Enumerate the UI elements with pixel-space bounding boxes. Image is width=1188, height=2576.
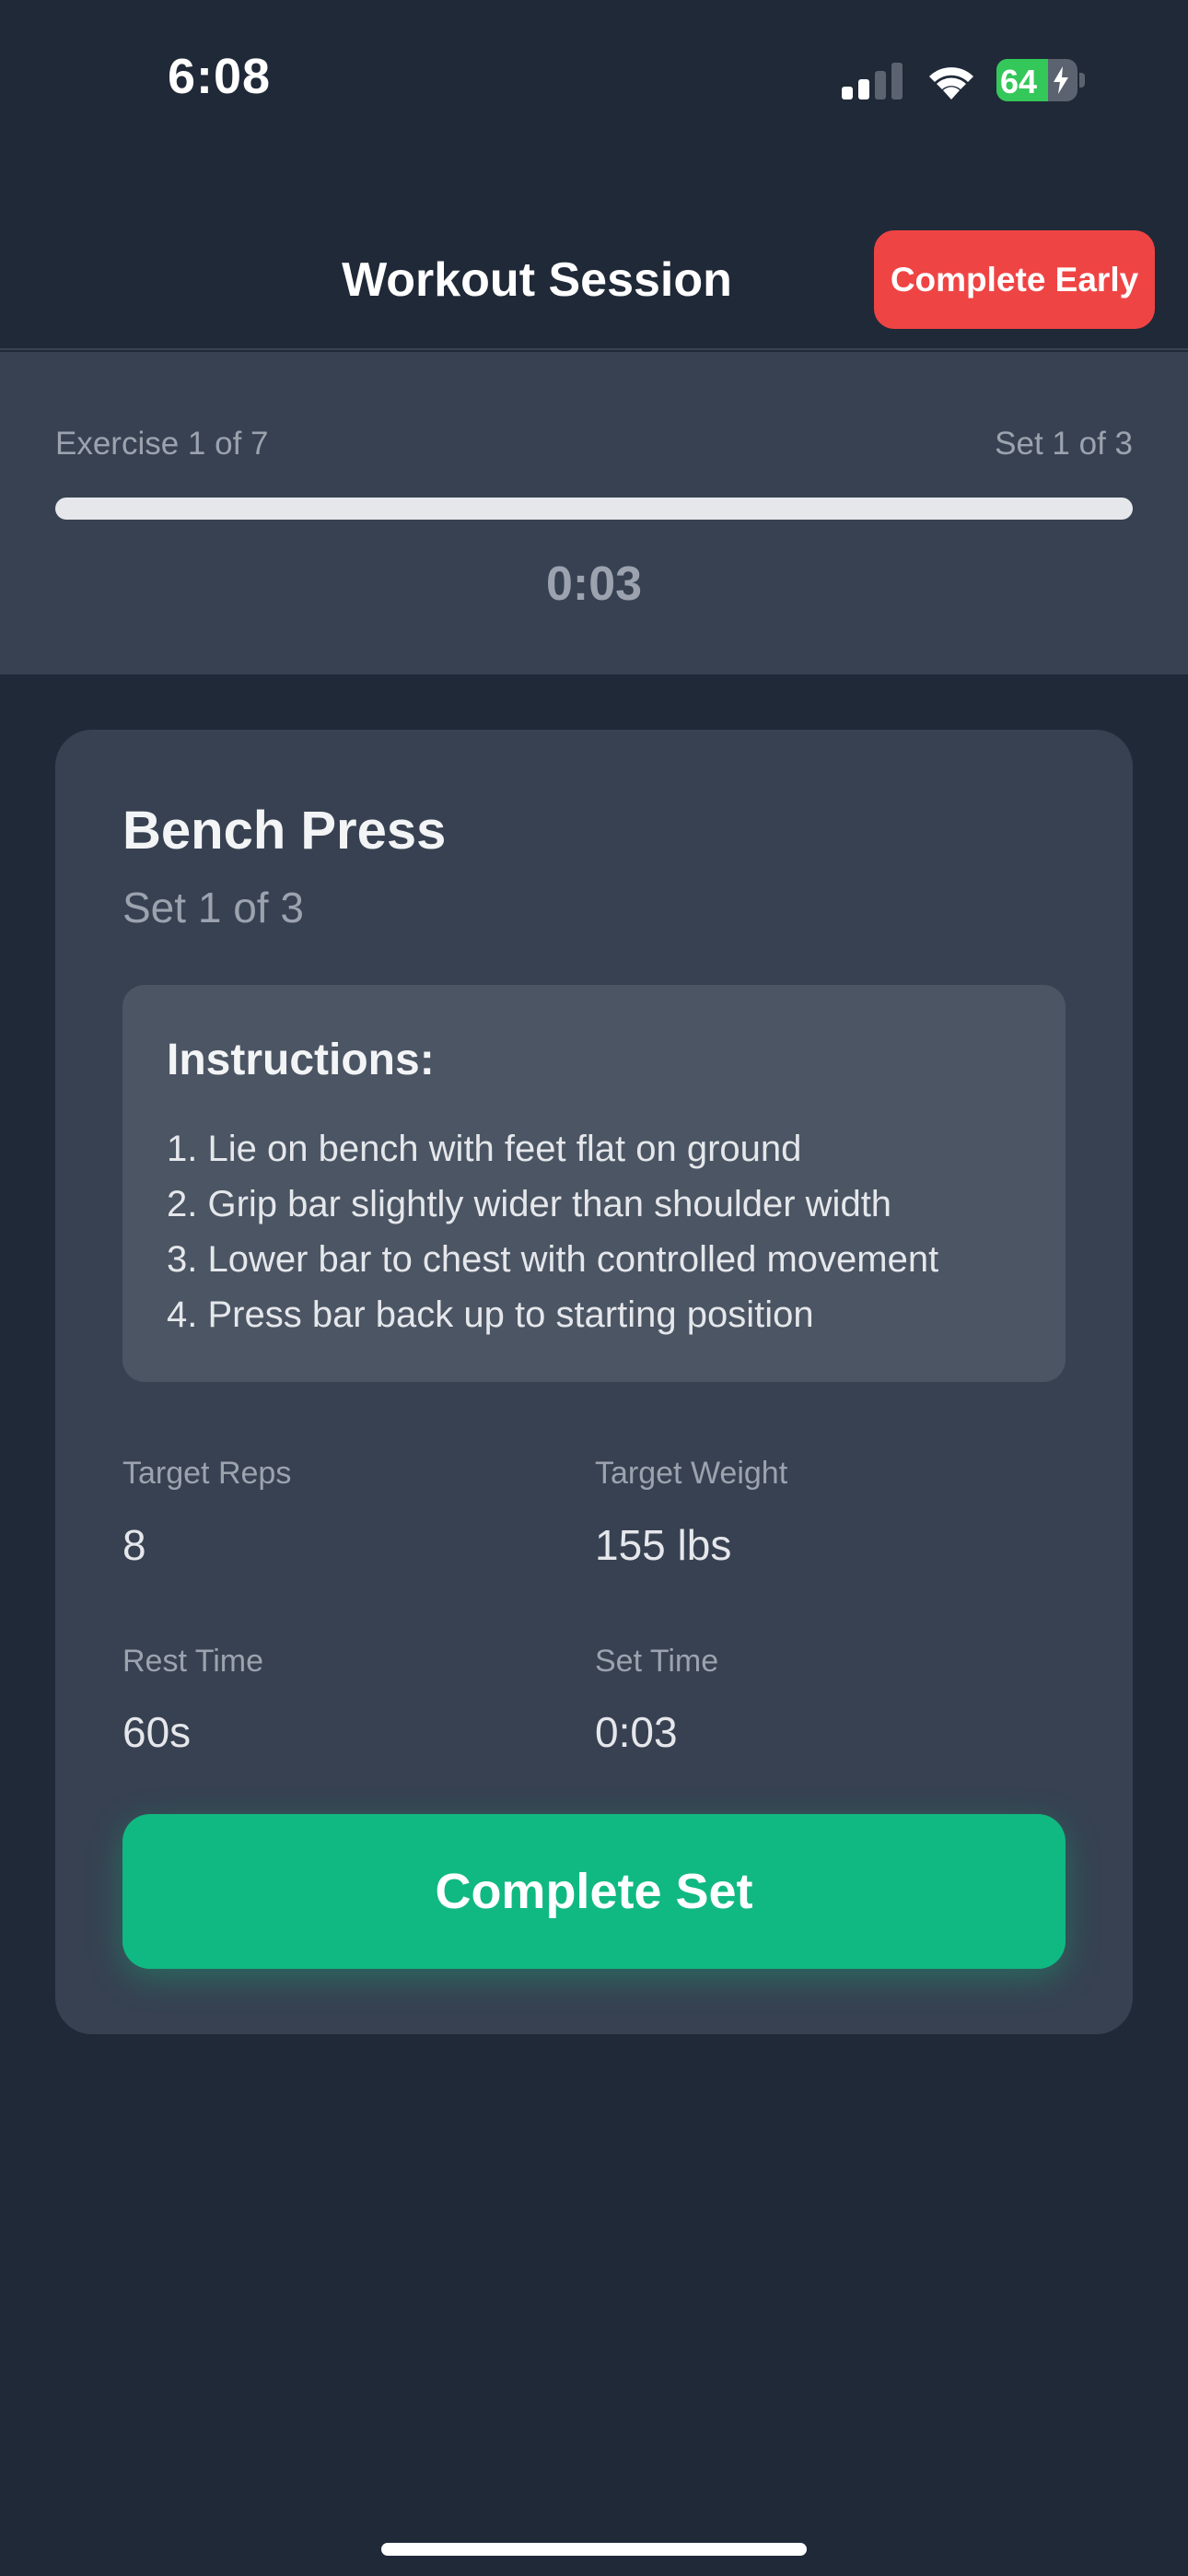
target-reps-value: 8 — [122, 1521, 146, 1569]
instruction-item: 1. Lie on bench with feet flat on ground — [167, 1129, 802, 1169]
status-bar: 6:08 64 — [0, 0, 1188, 157]
instruction-item: 3. Lower bar to chest with controlled mo… — [167, 1239, 939, 1280]
charging-bolt-icon — [1054, 66, 1068, 94]
complete-early-button[interactable]: Complete Early — [874, 230, 1155, 329]
instructions-list: 1. Lie on bench with feet flat on ground… — [167, 1121, 938, 1342]
complete-set-button[interactable]: Complete Set — [122, 1814, 1066, 1969]
rest-time-label: Rest Time — [122, 1644, 264, 1679]
battery-icon: 64 — [996, 59, 1085, 101]
set-counter: Set 1 of 3 — [995, 426, 1133, 462]
elapsed-timer: 0:03 — [545, 557, 643, 611]
progress-bar — [55, 498, 1133, 520]
workout-session-screen: 6:08 64 Workout Session Complete Early E… — [0, 0, 1188, 2576]
exercise-set-label: Set 1 of 3 — [122, 884, 304, 931]
battery-level: 64 — [1000, 63, 1038, 100]
target-reps-label: Target Reps — [122, 1456, 292, 1491]
exercise-name: Bench Press — [122, 801, 447, 861]
set-time-value: 0:03 — [595, 1708, 678, 1756]
target-weight-label: Target Weight — [595, 1456, 788, 1491]
progress-panel: Exercise 1 of 7 Set 1 of 3 0:03 — [0, 352, 1188, 674]
instruction-item: 4. Press bar back up to starting positio… — [167, 1294, 814, 1335]
instructions-box: Instructions: 1. Lie on bench with feet … — [122, 985, 1066, 1382]
instructions-title: Instructions: — [167, 1036, 435, 1084]
signal-icon — [842, 63, 903, 100]
header: Workout Session Complete Early — [0, 212, 1188, 350]
wifi-icon — [929, 67, 973, 100]
instruction-item: 2. Grip bar slightly wider than shoulder… — [167, 1184, 892, 1224]
set-time-label: Set Time — [595, 1644, 719, 1679]
exercise-card: Bench Press Set 1 of 3 Instructions: 1. … — [55, 730, 1133, 2034]
home-indicator[interactable] — [381, 2543, 807, 2556]
rest-time-value: 60s — [122, 1708, 192, 1756]
exercise-counter: Exercise 1 of 7 — [55, 426, 269, 462]
progress-bar-fill — [55, 498, 1133, 520]
target-weight-value: 155 lbs — [595, 1521, 732, 1569]
status-time: 6:08 — [168, 49, 272, 104]
